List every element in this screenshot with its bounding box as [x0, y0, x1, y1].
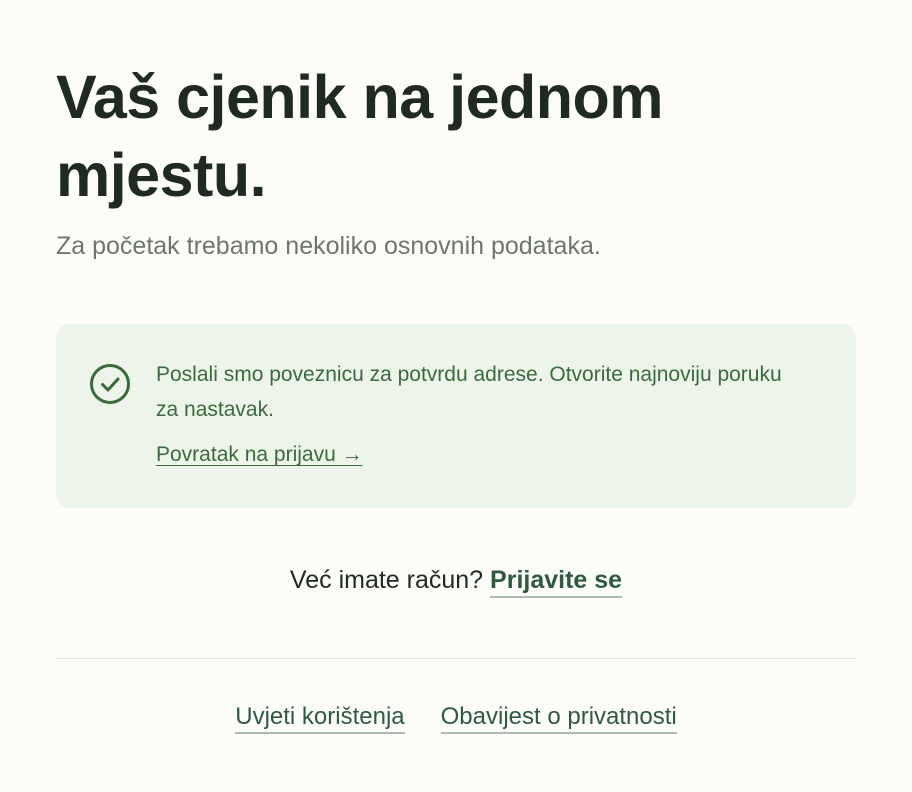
- notice-message: Poslali smo poveznicu za potvrdu adrese.…: [156, 363, 782, 421]
- divider: [56, 658, 856, 659]
- page-title: Vaš cjenik na jednom mjestu.: [56, 63, 664, 209]
- privacy-link[interactable]: Obavijest o privatnosti: [440, 703, 677, 734]
- check-circle-icon: [89, 363, 131, 405]
- footer: Uvjeti korištenja Obavijest o privatnosti: [56, 698, 856, 736]
- back-to-login-link[interactable]: Povratak na prijavu →: [156, 437, 363, 472]
- terms-link[interactable]: Uvjeti korištenja: [235, 703, 405, 734]
- account-prompt-row: Već imate račun? Prijavite se: [56, 560, 856, 600]
- confirmation-notice: Poslali smo poveznicu za potvrdu adrese.…: [56, 324, 856, 508]
- account-prompt: Već imate račun?: [289, 566, 484, 594]
- signin-link[interactable]: Prijavite se: [490, 566, 623, 598]
- page-subtitle: Za početak trebamo nekoliko osnovnih pod…: [56, 232, 601, 260]
